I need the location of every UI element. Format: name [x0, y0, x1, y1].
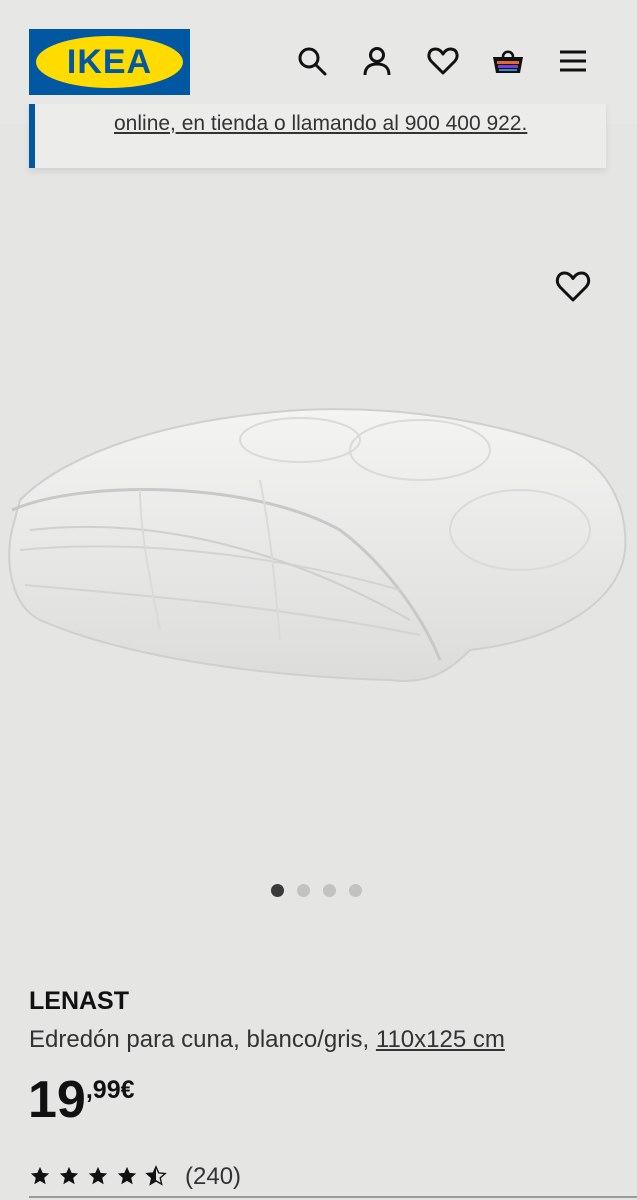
rating-count[interactable]: (240) — [185, 1163, 241, 1191]
star-full-icon — [58, 1165, 80, 1187]
star-full-icon — [116, 1165, 138, 1187]
ikea-logo[interactable]: IKEA ® — [29, 29, 190, 95]
info-banner: online, en tienda o llamando al 900 400 … — [29, 100, 606, 168]
section-divider — [29, 1196, 637, 1198]
cart-icon[interactable] — [491, 44, 525, 78]
header-bottom-edge — [0, 96, 637, 104]
product-name: LENAST — [29, 987, 129, 1015]
product-image[interactable] — [0, 380, 637, 700]
product-description: Edredón para cuna, blanco/gris, 110x125 … — [29, 1026, 505, 1054]
account-icon[interactable] — [360, 44, 394, 78]
star-full-icon — [87, 1165, 109, 1187]
menu-icon[interactable] — [556, 44, 590, 78]
add-to-favourites-icon[interactable] — [553, 266, 593, 306]
product-description-text: Edredón para cuna, blanco/gris, — [29, 1026, 370, 1053]
product-price: 19,99€ — [28, 1070, 135, 1130]
carousel-dot[interactable] — [323, 884, 336, 897]
star-full-icon — [29, 1165, 51, 1187]
banner-link[interactable]: online, en tienda o llamando al 900 400 … — [114, 112, 527, 136]
carousel-dot[interactable] — [349, 884, 362, 897]
logo-text: IKEA — [66, 43, 153, 81]
price-integer: 19 — [28, 1071, 86, 1129]
logo-registered-mark: ® — [175, 45, 181, 52]
banner-accent — [29, 100, 35, 168]
price-decimal: ,99€ — [85, 1076, 135, 1104]
heart-icon[interactable] — [426, 44, 460, 78]
star-half-icon — [145, 1165, 167, 1187]
carousel-dot[interactable] — [271, 884, 284, 897]
product-size-link[interactable]: 110x125 cm — [376, 1026, 505, 1053]
search-icon[interactable] — [295, 44, 329, 78]
carousel-dot[interactable] — [297, 884, 310, 897]
